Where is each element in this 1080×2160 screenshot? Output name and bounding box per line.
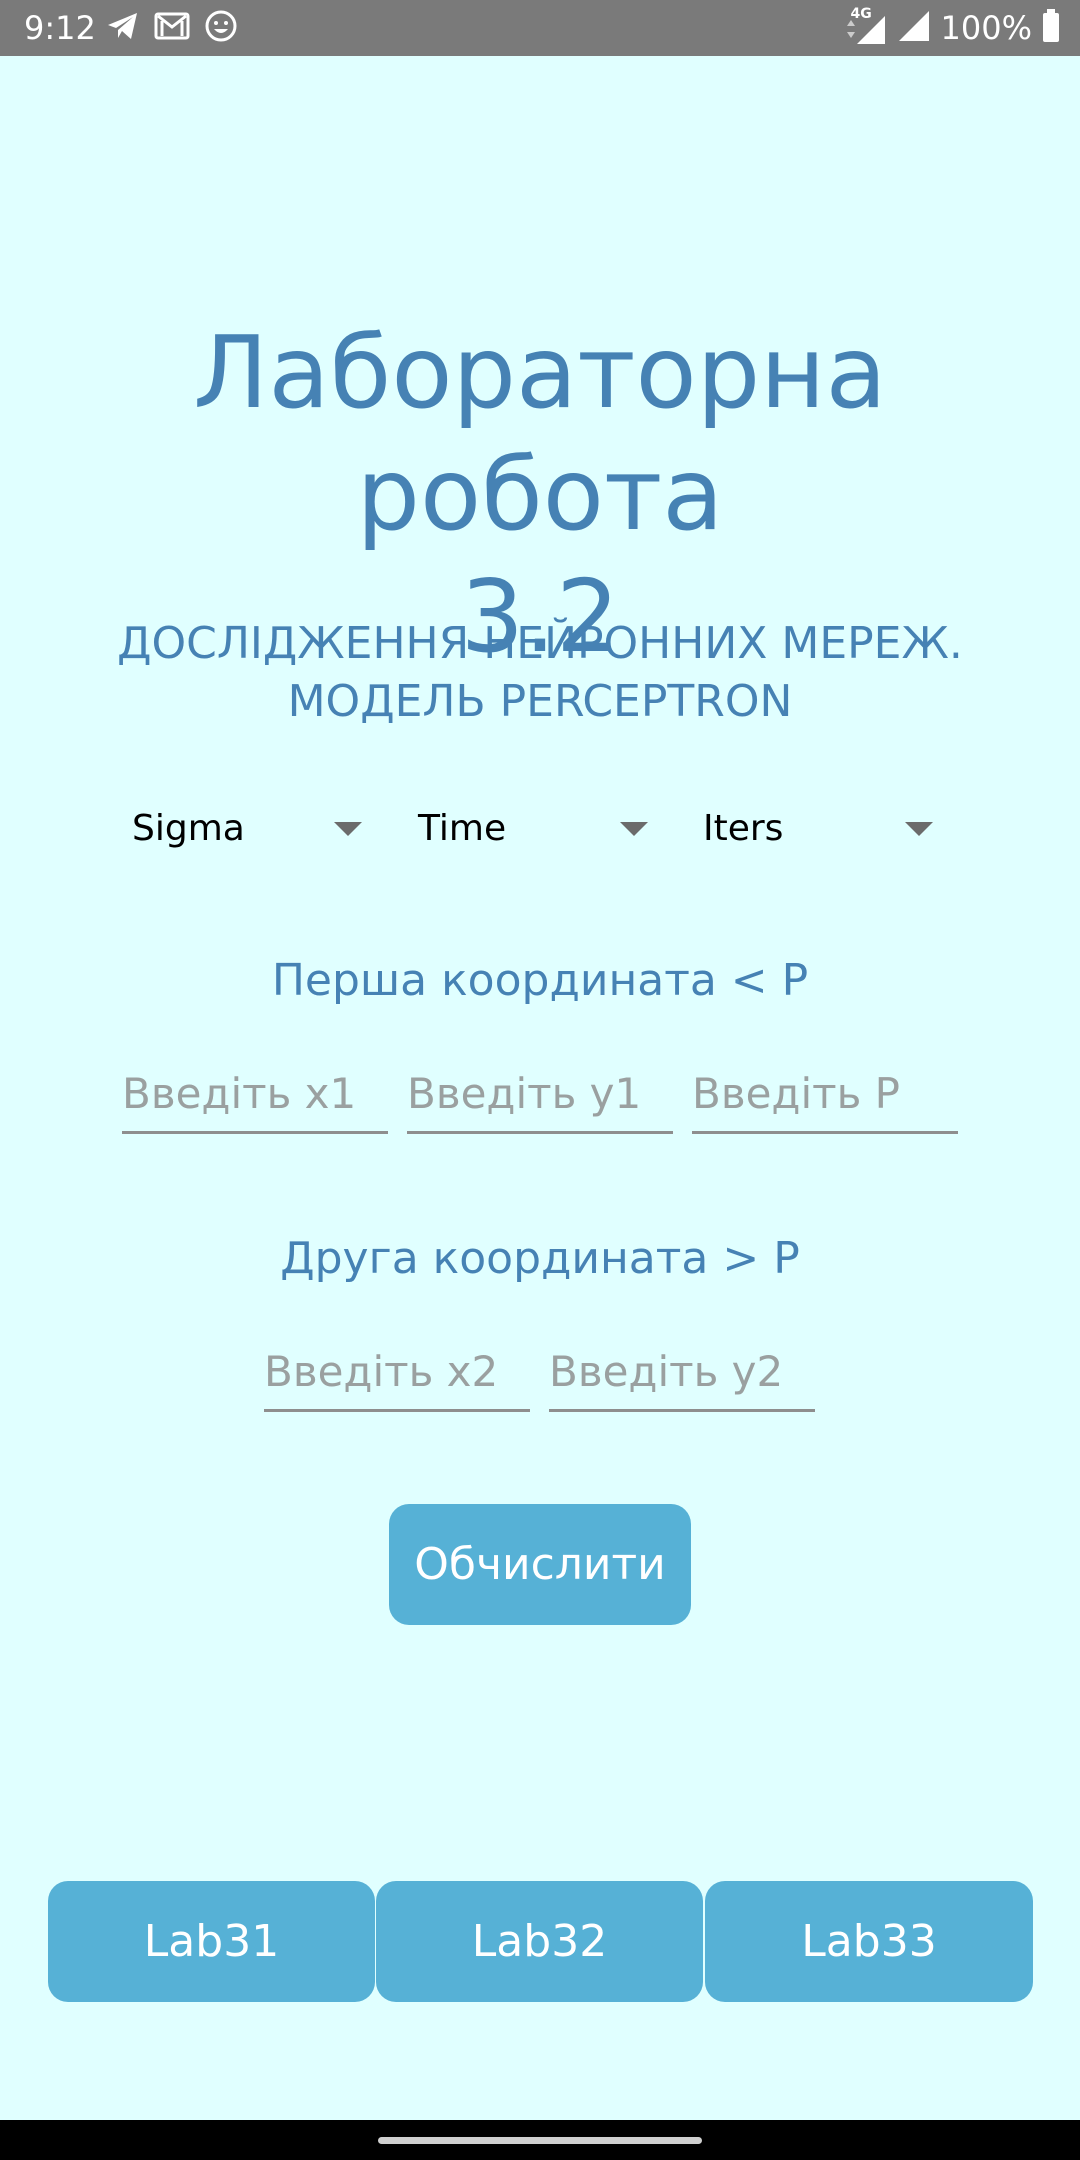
x2-input[interactable] — [264, 1333, 530, 1412]
x1-input[interactable] — [122, 1055, 388, 1134]
y2-input[interactable] — [549, 1333, 815, 1412]
telegram-icon — [106, 11, 140, 45]
network-type-label: 4G — [850, 6, 872, 22]
page-subtitle-line2: МОДЕЛЬ PERCEPTRON — [287, 676, 793, 727]
system-navigation-bar — [0, 2120, 1080, 2160]
lab31-button[interactable]: Lab31 — [48, 1881, 375, 2002]
page-subtitle-line1: ДОСЛІДЖЕННЯ НЕЙРОННИХ МЕРЕЖ. — [117, 618, 963, 669]
second-coordinate-label: Друга координата > P — [280, 1233, 800, 1284]
gmail-icon — [154, 11, 190, 45]
sigma-spinner[interactable]: Sigma — [132, 796, 362, 860]
iters-spinner[interactable]: Iters — [703, 796, 933, 860]
page-subtitle: ДОСЛІДЖЕННЯ НЕЙРОННИХ МЕРЕЖ. МОДЕЛЬ PERC… — [0, 615, 1080, 731]
dropdown-arrow-icon — [620, 822, 648, 836]
time-spinner[interactable]: Time — [418, 796, 648, 860]
battery-icon — [1042, 9, 1060, 47]
status-icons-right: 4G 100% — [843, 6, 1060, 48]
signal-icon — [897, 9, 931, 47]
iters-spinner-label: Iters — [703, 807, 784, 849]
lab33-button[interactable]: Lab33 — [705, 1881, 1033, 2002]
page-title-line1: Лабораторна робота — [193, 314, 887, 553]
home-gesture-handle[interactable] — [378, 2137, 702, 2144]
status-icons-left — [106, 10, 238, 46]
dropdown-arrow-icon — [905, 822, 933, 836]
status-time: 9:12 — [24, 9, 96, 47]
status-bar: 9:12 4G 100% — [0, 0, 1080, 56]
data-arrows-icon: 4G — [843, 6, 887, 46]
calculate-button[interactable]: Обчислити — [389, 1504, 691, 1625]
y1-input[interactable] — [407, 1055, 673, 1134]
sigma-spinner-label: Sigma — [132, 807, 245, 849]
battery-percentage: 100% — [940, 9, 1032, 47]
lab32-button[interactable]: Lab32 — [376, 1881, 703, 2002]
time-spinner-label: Time — [418, 807, 507, 849]
dropdown-arrow-icon — [334, 822, 362, 836]
first-coordinate-label: Перша координата < P — [271, 955, 809, 1006]
emoji-icon — [204, 9, 238, 47]
p-input[interactable] — [692, 1055, 958, 1134]
